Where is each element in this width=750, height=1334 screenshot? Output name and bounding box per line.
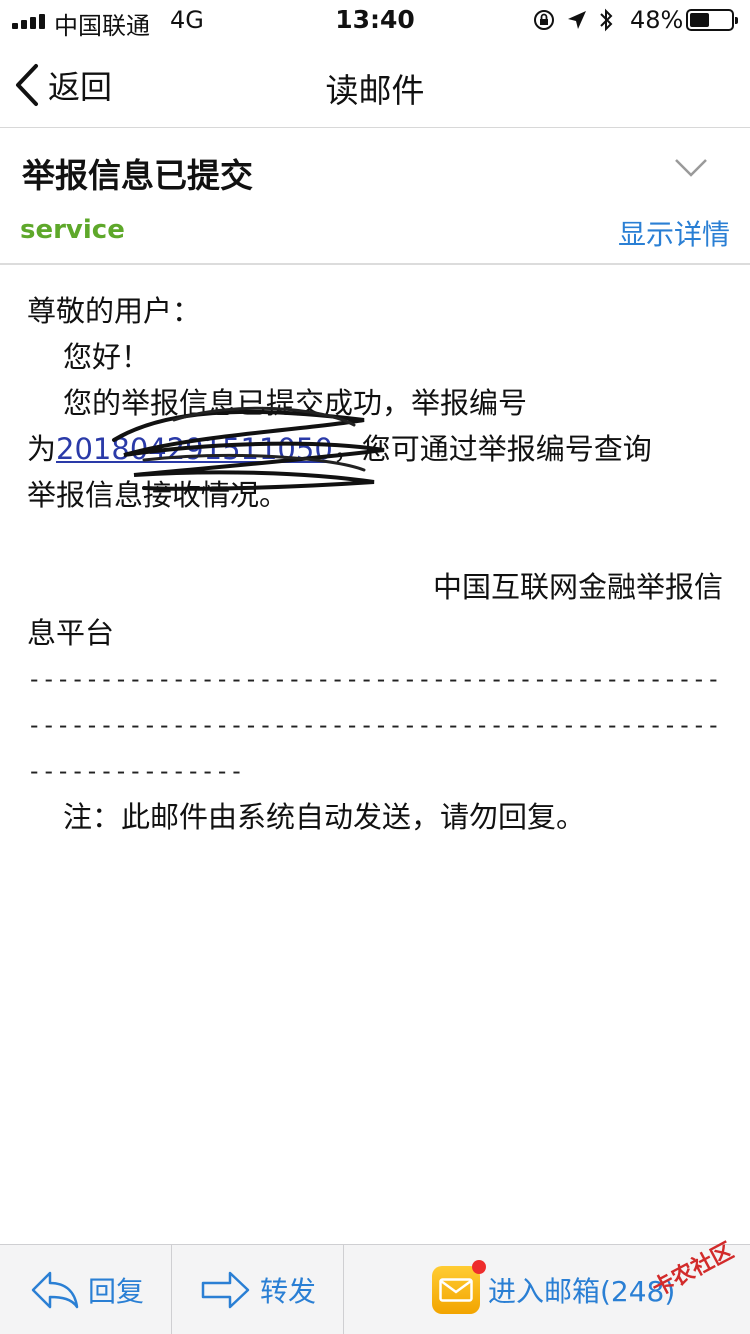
- divider-line: ----------------------------------------…: [27, 665, 723, 693]
- auto-reply-note: 注：此邮件由系统自动发送，请勿回复。: [63, 800, 586, 834]
- sender-name[interactable]: service: [20, 215, 125, 245]
- battery-icon: [686, 9, 738, 31]
- orientation-lock-icon: [534, 10, 554, 30]
- show-details-link[interactable]: 显示详情: [618, 213, 730, 253]
- battery-fill: [690, 13, 709, 27]
- reply-label: 回复: [88, 1275, 145, 1308]
- mail-body: 尊敬的用户： 您好！ 您的举报信息已提交成功，举报编号 为20180429151…: [27, 288, 723, 840]
- status-bar: 中国联通 4G 13:40 48%: [0, 0, 750, 40]
- divider-line: ----------------------------------------…: [27, 711, 723, 739]
- navigation-bar: 返回 读邮件: [0, 40, 750, 128]
- forward-button[interactable]: 转发: [200, 1245, 316, 1334]
- reply-arrow-icon: [31, 1271, 79, 1309]
- bluetooth-icon: [600, 8, 613, 32]
- battery-percent: 48%: [630, 6, 684, 34]
- inbox-button[interactable]: 进入邮箱(248): [432, 1245, 675, 1334]
- location-icon: [568, 11, 586, 29]
- signature: 息平台: [27, 616, 115, 650]
- mail-header: 举报信息已提交 service 显示详情: [0, 129, 750, 265]
- redaction-scribble: [112, 406, 385, 491]
- collapse-toggle[interactable]: [674, 157, 708, 183]
- greeting: 尊敬的用户：: [27, 294, 202, 328]
- hello-line: 您好！: [63, 340, 151, 374]
- status-icons: [532, 8, 614, 32]
- reply-button[interactable]: 回复: [30, 1245, 144, 1334]
- mailbox-icon: [432, 1260, 486, 1314]
- unread-badge-dot: [472, 1260, 486, 1274]
- chevron-down-icon: [675, 159, 707, 177]
- signature: 中国互联网金融举报信: [432, 570, 723, 604]
- page-title: 读邮件: [325, 71, 425, 110]
- mail-subject: 举报信息已提交: [22, 156, 253, 195]
- forward-arrow-icon: [201, 1271, 250, 1309]
- bottom-toolbar: 回复 转发 进入邮箱(248): [0, 1244, 750, 1334]
- forward-label: 转发: [260, 1275, 317, 1308]
- divider-line: ---------------: [27, 757, 244, 785]
